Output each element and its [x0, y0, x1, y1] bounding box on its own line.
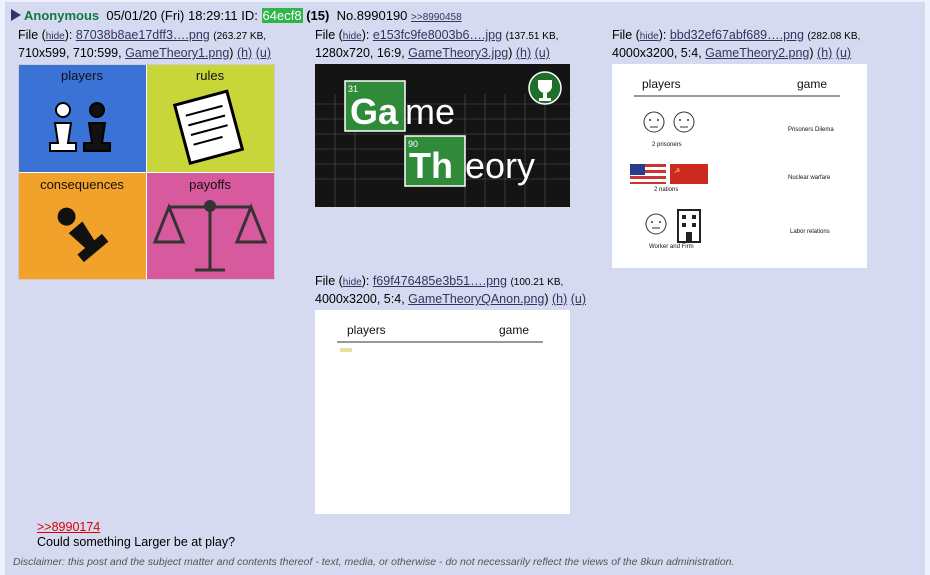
file-meta: 710x599, 710:599, GameTheory1.png) (h) (… — [18, 46, 271, 60]
original-filename-link[interactable]: GameTheoryQAnon.png — [408, 292, 544, 306]
title-tail-1: me — [405, 91, 455, 132]
file-prefix: File ( — [315, 28, 343, 42]
poster-name: Anonymous — [24, 8, 100, 23]
post-count: (15) — [306, 8, 330, 23]
file-dimensions: 710x599, 710:599, — [18, 46, 122, 60]
file-name-link[interactable]: f69f476485e3b51….png — [373, 274, 507, 288]
hash-link[interactable]: (h) — [516, 46, 531, 60]
row2-who: 2 nations — [654, 187, 678, 193]
file-4-thumbnail[interactable]: players game — [315, 310, 570, 514]
file-3-thumbnail[interactable]: players game 2 prisoners Prisoners Dilem… — [612, 64, 867, 268]
col-players: players — [347, 323, 386, 337]
poster-id[interactable]: 64ecf8 — [261, 8, 303, 23]
hash-link[interactable]: (h) — [817, 46, 832, 60]
post-menu-arrow-icon[interactable] — [11, 9, 21, 21]
post-date: 05/01/20 (Fri) 18:29:11 — [106, 8, 238, 23]
original-filename-link[interactable]: GameTheory1.png — [125, 46, 229, 60]
file-name-link[interactable]: bbd32ef67abf689….png — [670, 28, 804, 42]
col-game: game — [797, 77, 827, 91]
file-dimensions: 4000x3200, 5:4, — [315, 292, 405, 306]
file-2-thumbnail[interactable]: 31 Ga me 90 Th eory — [315, 64, 570, 207]
quadrant-label-rules: rules — [196, 68, 225, 83]
row1-game: Prisoners Dilema — [788, 127, 834, 133]
file-info: File (hide): 87038b8ae17dff3….png (263.2… — [18, 27, 271, 45]
file-name-link[interactable]: 87038b8ae17dff3….png — [76, 28, 210, 42]
post-number[interactable]: No.8990190 — [337, 8, 408, 23]
col-players: players — [642, 77, 681, 91]
original-filename-link[interactable]: GameTheory3.jpg — [408, 46, 508, 60]
file-sep: ): — [64, 28, 73, 42]
element-symbol-2: Th — [409, 145, 453, 186]
file-info: File (hide): e153fc9fe8003b6….jpg (137.5… — [315, 27, 558, 45]
file-sep: ): — [361, 28, 370, 42]
file-prefix: File ( — [315, 274, 343, 288]
post-container: Anonymous 05/01/20 (Fri) 18:29:11 ID: 64… — [5, 2, 925, 575]
file-meta: 4000x3200, 5:4, GameTheoryQAnon.png) (h)… — [315, 292, 587, 306]
unique-link[interactable]: (u) — [836, 46, 851, 60]
row2-game: Nuclear warfare — [788, 175, 831, 181]
file-prefix: File ( — [18, 28, 46, 42]
quote-link[interactable]: >>8990174 — [37, 520, 100, 534]
file-sep: ): — [658, 28, 667, 42]
disclaimer: Disclaimer: this post and the subject ma… — [13, 556, 735, 568]
quadrant-label-payoffs: payoffs — [189, 177, 231, 192]
row3-game: Labor relations — [790, 229, 830, 235]
file-1-thumbnail[interactable]: players rules consequences payoffs — [18, 64, 275, 280]
file-dimensions: 4000x3200, 5:4, — [612, 46, 702, 60]
file-1: File (hide): 87038b8ae17dff3….png (263.2… — [18, 27, 271, 61]
quadrant-label-players: players — [61, 68, 103, 83]
file-info: File (hide): f69f476485e3b51….png (100.2… — [315, 273, 586, 291]
file-meta: 4000x3200, 5:4, GameTheory2.png) (h) (u) — [612, 46, 852, 60]
file-4: File (hide): f69f476485e3b51….png (100.2… — [315, 273, 586, 307]
file-meta: 1280x720, 16:9, GameTheory3.jpg) (h) (u) — [315, 46, 550, 60]
svg-text:☭: ☭ — [674, 167, 680, 175]
hash-link[interactable]: (h) — [552, 292, 567, 306]
unique-link[interactable]: (u) — [571, 292, 586, 306]
post-body: >>8990174 Could something Larger be at p… — [37, 520, 235, 550]
file-size: (137.51 KB, — [505, 31, 559, 42]
element-symbol-1: Ga — [350, 91, 399, 132]
post-header: Anonymous 05/01/20 (Fri) 18:29:11 ID: 64… — [11, 8, 462, 23]
original-filename-link[interactable]: GameTheory2.png — [705, 46, 809, 60]
file-info: File (hide): bbd32ef67abf689….png (282.0… — [612, 27, 860, 45]
file-3: File (hide): bbd32ef67abf689….png (282.0… — [612, 27, 860, 61]
unique-link[interactable]: (u) — [256, 46, 271, 60]
hide-link[interactable]: hide — [46, 31, 65, 42]
hide-link[interactable]: hide — [343, 31, 362, 42]
title-tail-2: eory — [465, 145, 535, 186]
file-sep: ): — [361, 274, 370, 288]
backlink[interactable]: >>8990458 — [411, 12, 462, 23]
row1-who: 2 prisoners — [652, 142, 682, 148]
file-size: (282.08 KB, — [807, 31, 861, 42]
file-name-link[interactable]: e153fc9fe8003b6….jpg — [373, 28, 502, 42]
post-message: Could something Larger be at play? — [37, 535, 236, 549]
hide-link[interactable]: hide — [343, 277, 362, 288]
unique-link[interactable]: (u) — [535, 46, 550, 60]
quadrant-label-consequences: consequences — [40, 177, 124, 192]
row3-who: Worker and Firm — [649, 244, 694, 250]
file-size: (100.21 KB, — [510, 277, 564, 288]
id-label: ID: — [241, 8, 258, 23]
col-game: game — [499, 323, 529, 337]
hash-link[interactable]: (h) — [237, 46, 252, 60]
file-dimensions: 1280x720, 16:9, — [315, 46, 405, 60]
file-size: (263.27 KB, — [213, 31, 267, 42]
file-2: File (hide): e153fc9fe8003b6….jpg (137.5… — [315, 27, 558, 61]
hide-link[interactable]: hide — [640, 31, 659, 42]
file-prefix: File ( — [612, 28, 640, 42]
